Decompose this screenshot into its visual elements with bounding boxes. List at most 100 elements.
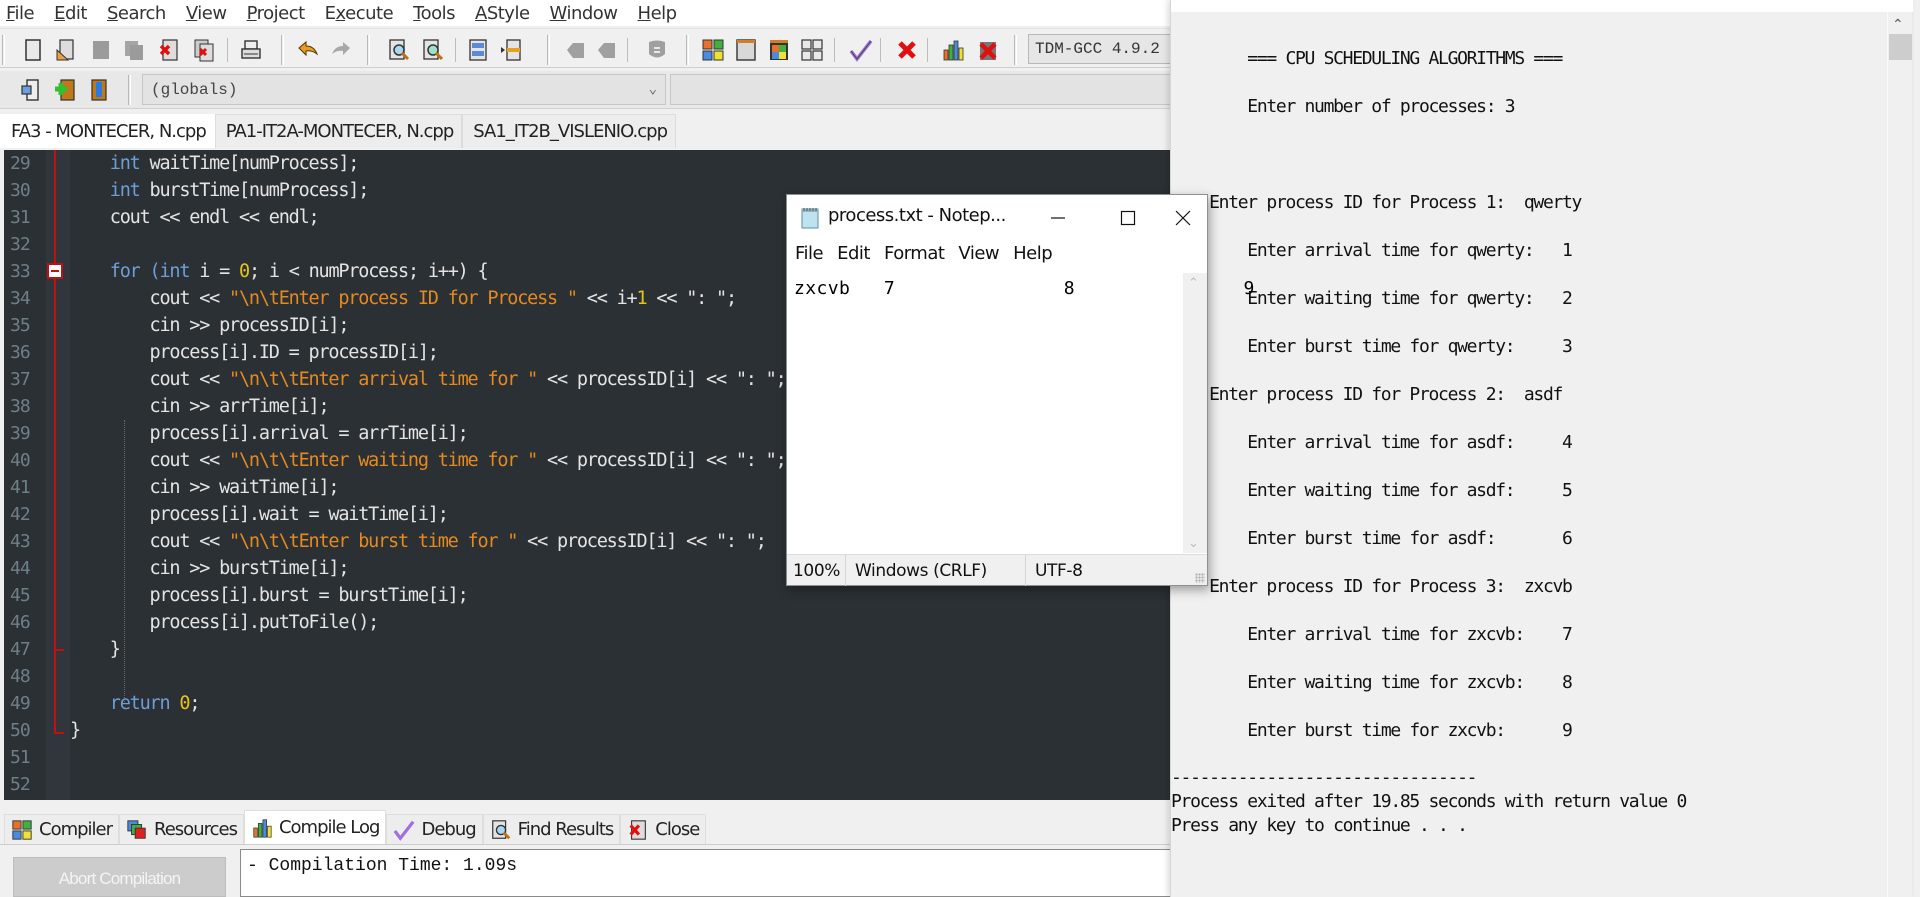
code-line[interactable] xyxy=(70,771,1172,798)
code-line[interactable] xyxy=(70,744,1172,771)
code-token: cout << xyxy=(70,288,230,309)
menu-edit[interactable]: Edit xyxy=(54,3,87,24)
string-token: "\n\t\tEnter arrival time for " xyxy=(229,369,538,390)
code-token: << i+ xyxy=(576,288,638,309)
notepad-text-area[interactable]: zxcvb 7 8 9 xyxy=(787,273,1254,553)
code-line[interactable]: process[i].putToFile(); xyxy=(70,609,1172,636)
delete-profile-icon[interactable] xyxy=(975,37,1001,63)
notepad-title-bar[interactable]: process.txt - Notep... xyxy=(787,195,1207,239)
notepad-menu-format[interactable]: Format xyxy=(884,243,945,269)
replace-icon[interactable] xyxy=(420,37,446,63)
new-class-icon[interactable] xyxy=(18,77,44,103)
toolbar-grip[interactable] xyxy=(686,35,689,65)
menu-execute[interactable]: Execute xyxy=(325,3,394,24)
goto-next-icon[interactable] xyxy=(594,37,620,63)
code-line[interactable]: process[i].burst = burstTime[i]; xyxy=(70,582,1172,609)
notepad-menu-view[interactable]: View xyxy=(958,243,999,269)
scroll-up-icon[interactable]: ⌃ xyxy=(1188,275,1199,291)
open-file-icon[interactable] xyxy=(53,37,79,63)
scroll-down-icon[interactable]: ⌄ xyxy=(1188,535,1199,551)
console-line: Enter burst time for asdf: 6 xyxy=(1171,528,1573,549)
close-all-icon[interactable] xyxy=(191,37,217,63)
find-icon[interactable] xyxy=(386,37,412,63)
notepad-window[interactable]: process.txt - Notep... File Edit Format Vie… xyxy=(786,194,1254,586)
scroll-thumb[interactable] xyxy=(1889,34,1912,60)
rebuild-icon[interactable] xyxy=(799,37,825,63)
undo-icon[interactable] xyxy=(295,37,321,63)
output-tab-close[interactable]: Close xyxy=(620,814,707,844)
output-tab-label: Compiler xyxy=(39,819,113,840)
remove-from-project-icon[interactable] xyxy=(86,77,112,103)
menu-tools[interactable]: Tools xyxy=(413,3,455,24)
scroll-up-icon[interactable]: ⌃ xyxy=(1892,16,1904,33)
menu-window[interactable]: Window xyxy=(550,3,618,24)
redo-icon[interactable] xyxy=(328,37,354,63)
toolbar-grip[interactable] xyxy=(2,35,5,65)
console-line: Enter process ID for Process 1: qwerty xyxy=(1171,192,1582,213)
toolbar-grip[interactable] xyxy=(547,35,550,65)
code-line[interactable]: } xyxy=(70,636,1172,663)
output-tab-debug[interactable]: Debug xyxy=(386,814,483,844)
syntax-check-icon[interactable] xyxy=(848,37,874,63)
indent-icon[interactable] xyxy=(465,37,491,63)
console-title-bar[interactable] xyxy=(1171,0,1913,12)
console-scrollbar[interactable]: ⌃ xyxy=(1887,12,1912,897)
output-tab-find-results[interactable]: Find Results xyxy=(482,814,621,844)
menu-view[interactable]: View xyxy=(186,3,227,24)
toolbar-grip[interactable] xyxy=(128,75,131,105)
code-token: waitTime[numProcess]; xyxy=(139,153,360,174)
resize-grip[interactable] xyxy=(1195,573,1205,583)
bookmark-icon[interactable] xyxy=(644,37,670,63)
scope-select[interactable]: (globals) ⌄ xyxy=(142,74,666,105)
console-window[interactable]: === CPU SCHEDULING ALGORITHMS === Enter … xyxy=(1170,0,1913,897)
menu-search[interactable]: Search xyxy=(107,3,166,24)
unindent-icon[interactable] xyxy=(498,37,524,63)
print-icon[interactable] xyxy=(238,37,264,63)
member-select[interactable] xyxy=(670,74,1180,105)
console-line: Process exited after 19.85 seconds with … xyxy=(1171,791,1687,812)
output-tab-label: Resources xyxy=(154,819,238,840)
goto-prev-icon[interactable] xyxy=(563,37,589,63)
line-number: 32 xyxy=(10,234,31,255)
menu-project[interactable]: Project xyxy=(247,3,306,24)
console-line: Enter arrival time for qwerty: 1 xyxy=(1171,240,1573,261)
compile-icon[interactable] xyxy=(700,37,726,63)
notepad-menu-help[interactable]: Help xyxy=(1013,243,1053,269)
code-line[interactable]: } xyxy=(70,717,1172,744)
menu-astyle[interactable]: AStyle xyxy=(475,3,530,24)
toolbar-grip[interactable] xyxy=(1014,35,1017,65)
notepad-menu-edit[interactable]: Edit xyxy=(837,243,870,269)
file-tab[interactable]: PA1-IT2A-MONTECER, N.cpp xyxy=(214,114,463,148)
save-all-icon[interactable] xyxy=(121,37,147,63)
notepad-menu-file[interactable]: File xyxy=(795,243,824,269)
toolbar-grip[interactable] xyxy=(281,35,284,65)
save-icon[interactable] xyxy=(88,37,114,63)
menu-help[interactable]: Help xyxy=(638,3,678,24)
profile-icon[interactable] xyxy=(940,37,966,63)
maximize-button[interactable] xyxy=(1113,203,1143,233)
output-tab-resources[interactable]: Resources xyxy=(119,814,244,844)
compiler-select[interactable]: TDM-GCC 4.9.2 xyxy=(1028,34,1178,64)
code-line[interactable]: int waitTime[numProcess]; xyxy=(70,150,1172,177)
code-line[interactable] xyxy=(70,663,1172,690)
menu-file[interactable]: File xyxy=(6,3,35,24)
compile-run-icon[interactable] xyxy=(766,37,792,63)
notepad-scrollbar[interactable]: ⌃ ⌄ xyxy=(1183,273,1207,553)
output-tab-compiler[interactable]: Compiler xyxy=(4,814,120,844)
abort-compilation-button[interactable]: Abort Compilation xyxy=(13,857,226,897)
add-to-project-icon[interactable] xyxy=(52,77,78,103)
toolbar-grip[interactable] xyxy=(367,35,370,65)
new-file-icon[interactable] xyxy=(20,37,46,63)
output-tab-compile-log[interactable]: Compile Log xyxy=(243,810,387,844)
file-tab[interactable]: FA3 - MONTECER, N.cpp xyxy=(0,114,215,148)
run-icon[interactable] xyxy=(733,37,759,63)
file-tab[interactable]: SA1_IT2B_VISLENIO.cpp xyxy=(462,114,677,148)
code-line[interactable]: return 0; xyxy=(70,690,1172,717)
compile-log-output[interactable]: - Compilation Time: 1.09s xyxy=(240,849,1172,897)
minimize-button[interactable] xyxy=(1043,203,1073,233)
close-button[interactable] xyxy=(1168,203,1198,233)
fold-collapse-icon[interactable] xyxy=(47,263,63,279)
close-file-icon[interactable] xyxy=(156,37,182,63)
stop-icon[interactable] xyxy=(894,37,920,63)
